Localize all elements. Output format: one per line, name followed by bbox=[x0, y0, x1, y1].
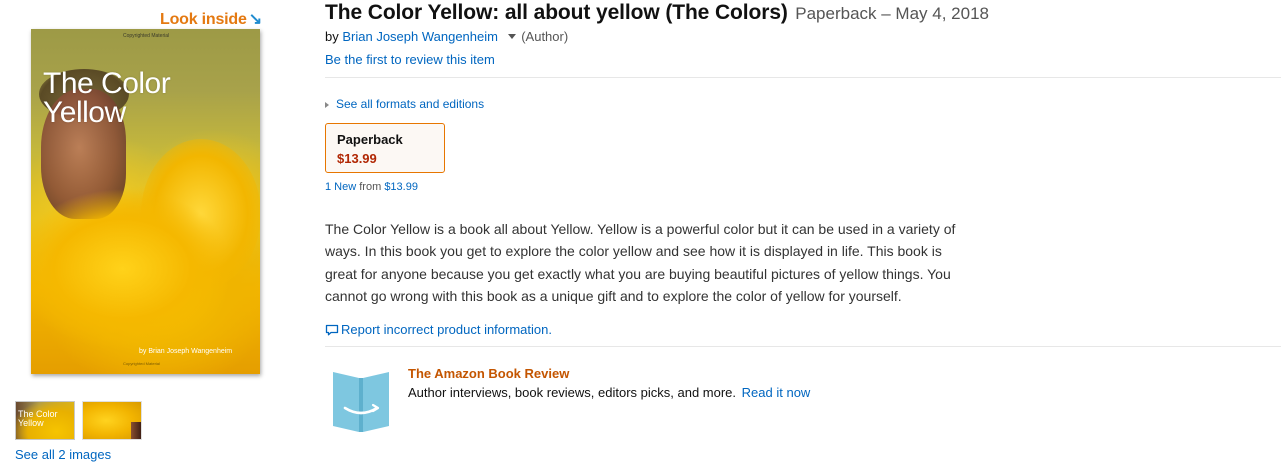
cover-title-line: The Color bbox=[43, 67, 171, 100]
first-review-link[interactable]: Be the first to review this item bbox=[325, 52, 495, 67]
divider bbox=[325, 77, 1281, 78]
see-all-images-link[interactable]: See all 2 images bbox=[15, 447, 111, 462]
look-inside-link[interactable]: Look inside ↘ bbox=[160, 9, 262, 29]
cover-copyright-text: Copyrighted Material bbox=[123, 33, 170, 39]
speech-bubble-icon bbox=[325, 324, 339, 336]
report-incorrect-info-link[interactable]: Report incorrect product information. bbox=[325, 322, 552, 337]
cover-title: The Color Yellow bbox=[43, 67, 171, 129]
open-book-icon[interactable] bbox=[331, 368, 391, 434]
book-description: The Color Yellow is a book all about Yel… bbox=[325, 221, 956, 304]
divider bbox=[325, 346, 1281, 347]
cover-copyright-text: Copyrighted Material bbox=[123, 361, 160, 366]
new-offers-link[interactable]: 1 New bbox=[325, 181, 356, 193]
book-cover-image[interactable]: Copyrighted Material The Color Yellow by… bbox=[31, 29, 260, 374]
cover-title-line: Yellow bbox=[43, 96, 126, 129]
thumbnail-dark-shape bbox=[131, 422, 141, 439]
arrow-down-right-icon: ↘ bbox=[248, 11, 262, 28]
cover-author: by Brian Joseph Wangenheim bbox=[139, 348, 233, 355]
author-link[interactable]: Brian Joseph Wangenheim bbox=[342, 29, 498, 44]
product-title-row: The Color Yellow: all about yellow (The … bbox=[325, 1, 989, 25]
format-price: $13.99 bbox=[337, 151, 377, 166]
new-offers-price[interactable]: $13.99 bbox=[384, 181, 418, 193]
new-offers: 1 New from $13.99 bbox=[325, 181, 418, 193]
byline: by Brian Joseph Wangenheim (Author) bbox=[325, 29, 568, 44]
product-format-date: Paperback – May 4, 2018 bbox=[795, 4, 989, 23]
thumbnail-image[interactable]: The Color Yellow bbox=[15, 401, 75, 440]
book-review-title-link[interactable]: The Amazon Book Review bbox=[408, 366, 569, 381]
cover-smoke-shape bbox=[31, 179, 260, 374]
read-it-now-link[interactable]: Read it now bbox=[742, 385, 811, 400]
product-title: The Color Yellow: all about yellow (The … bbox=[325, 1, 788, 24]
triangle-right-icon bbox=[325, 101, 329, 108]
see-all-formats-link[interactable]: See all formats and editions bbox=[325, 97, 484, 111]
book-review-text: Author interviews, book reviews, editors… bbox=[408, 385, 737, 400]
by-prefix: by bbox=[325, 29, 339, 44]
from-word: from bbox=[359, 181, 382, 193]
thumbnail-title: The Color Yellow bbox=[18, 410, 58, 428]
thumbnail-image[interactable] bbox=[82, 401, 142, 440]
format-option-paperback[interactable]: Paperback $13.99 bbox=[325, 123, 445, 173]
format-name: Paperback bbox=[337, 132, 403, 147]
look-inside-label: Look inside bbox=[160, 11, 247, 28]
caret-down-icon[interactable] bbox=[507, 34, 516, 40]
book-review-description: Author interviews, book reviews, editors… bbox=[408, 385, 810, 400]
see-all-formats-label[interactable]: See all formats and editions bbox=[336, 97, 484, 111]
author-role: (Author) bbox=[521, 29, 569, 44]
thumbnail-title-line: Yellow bbox=[18, 418, 44, 428]
report-incorrect-info-label[interactable]: Report incorrect product information. bbox=[341, 322, 552, 337]
